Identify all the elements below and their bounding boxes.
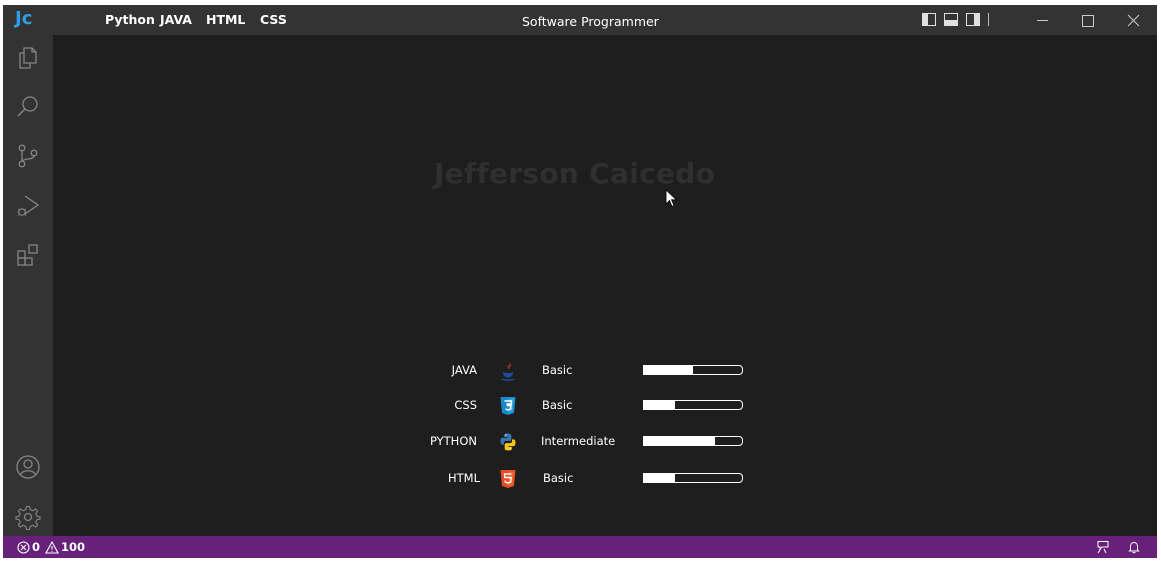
menu-item-python[interactable]: Python — [105, 12, 155, 27]
skill-name: JAVA — [451, 363, 477, 377]
skill-progress-bar — [643, 400, 743, 410]
toggle-primary-sidebar-icon[interactable] — [922, 13, 936, 26]
minimize-button[interactable] — [1019, 5, 1065, 35]
skill-name: PYTHON — [429, 434, 477, 448]
error-count: 0 — [32, 540, 41, 554]
app-window: Jc Python JAVA HTML CSS Software Program… — [3, 5, 1157, 558]
html5-icon — [500, 470, 516, 488]
app-logo[interactable]: Jc — [15, 8, 32, 29]
source-control-icon[interactable] — [15, 143, 41, 169]
skill-progress-bar — [643, 436, 743, 446]
skill-level: Intermediate — [541, 434, 616, 448]
warning-count: 100 — [61, 540, 86, 554]
menu-item-html[interactable]: HTML — [206, 12, 245, 27]
skill-progress-bar — [643, 473, 743, 483]
close-button[interactable] — [1111, 5, 1157, 35]
maximize-icon — [1082, 15, 1094, 27]
account-icon[interactable] — [15, 454, 41, 480]
extensions-icon[interactable] — [15, 242, 41, 268]
warning-icon — [45, 540, 59, 554]
skill-row-python: PYTHON Intermediate — [53, 431, 1157, 455]
skill-progress-fill — [644, 401, 676, 409]
status-bar: 0 100 — [3, 536, 1157, 558]
hero-name: Jefferson Caicedo — [434, 157, 716, 190]
skill-level: Basic — [543, 471, 574, 485]
search-icon[interactable] — [15, 94, 41, 120]
explorer-icon[interactable] — [15, 45, 41, 71]
skill-level: Basic — [542, 363, 573, 377]
css3-icon — [500, 397, 516, 415]
settings-gear-icon[interactable] — [15, 504, 41, 530]
feedback-icon[interactable] — [1096, 540, 1110, 554]
skill-progress-fill — [644, 366, 693, 374]
skill-progress-bar — [643, 365, 743, 375]
error-icon — [17, 540, 30, 554]
notifications-bell-icon[interactable] — [1127, 540, 1141, 554]
python-icon — [500, 433, 516, 451]
skill-progress-fill — [644, 474, 676, 482]
skill-name: HTML — [447, 471, 480, 485]
skill-progress-fill — [644, 437, 715, 445]
skill-row-java: JAVA Basic — [53, 360, 1157, 384]
editor-area: Jefferson Caicedo JAVA Basic CSS Basic P… — [53, 35, 1157, 536]
activity-bar — [3, 35, 53, 536]
problems-indicator[interactable]: 0 100 — [17, 540, 85, 554]
toggle-secondary-sidebar-icon[interactable] — [966, 13, 980, 26]
title-bar: Jc Python JAVA HTML CSS Software Program… — [3, 5, 1157, 35]
layout-separator — [988, 13, 989, 26]
skill-row-css: CSS Basic — [53, 395, 1157, 419]
close-icon — [1127, 14, 1140, 27]
toggle-panel-icon[interactable] — [944, 13, 958, 26]
window-title: Software Programmer — [522, 14, 659, 29]
mouse-cursor-icon — [665, 189, 678, 208]
skill-row-html: HTML Basic — [53, 468, 1157, 492]
java-icon — [501, 361, 515, 381]
minimize-icon — [1037, 20, 1048, 21]
menu-item-css[interactable]: CSS — [260, 12, 287, 27]
menu-item-java[interactable]: JAVA — [160, 12, 192, 27]
maximize-button[interactable] — [1065, 5, 1111, 35]
run-debug-icon[interactable] — [15, 193, 41, 219]
skill-level: Basic — [542, 398, 573, 412]
skill-name: CSS — [454, 398, 477, 412]
